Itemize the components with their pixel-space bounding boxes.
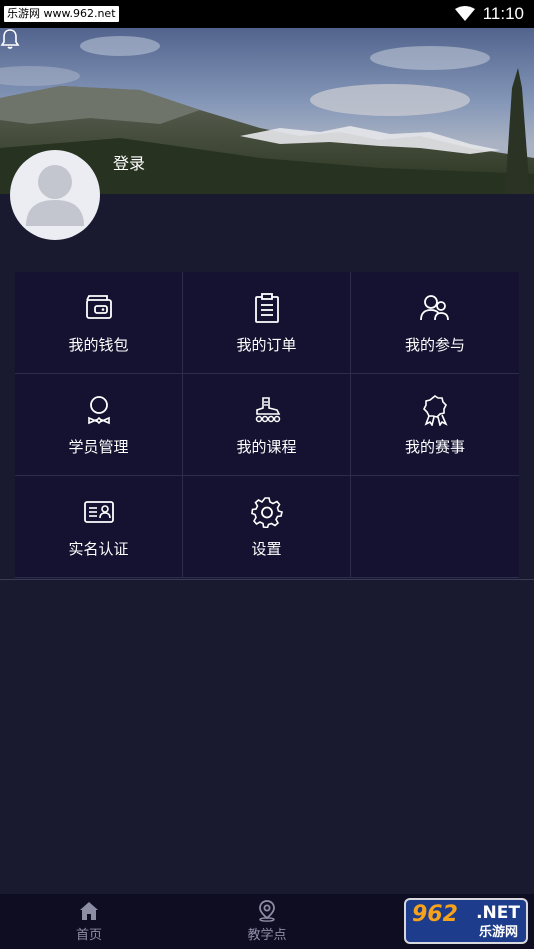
wallet-icon bbox=[85, 295, 112, 319]
menu-item-label: 我的订单 bbox=[236, 336, 297, 354]
menu-item-events[interactable]: 我的赛事 bbox=[351, 374, 519, 476]
site-watermark-logo: 962 .NET 乐游网 bbox=[404, 898, 528, 944]
menu-item-settings[interactable]: 设置 bbox=[183, 476, 351, 578]
watermark-label: 乐游网 www.962.net bbox=[4, 6, 119, 22]
home-icon bbox=[80, 902, 98, 920]
avatar[interactable] bbox=[10, 150, 100, 240]
menu-item-student-management[interactable]: 学员管理 bbox=[15, 374, 183, 476]
watermark-inner: 962 .NET 乐游网 bbox=[406, 900, 526, 942]
watermark-number: 962 bbox=[412, 902, 458, 927]
student-icon bbox=[87, 396, 110, 425]
watermark-net: .NET bbox=[476, 903, 520, 923]
menu-item-participation[interactable]: 我的参与 bbox=[351, 272, 519, 374]
medal-icon bbox=[423, 395, 448, 426]
status-right: 11:10 bbox=[454, 4, 524, 24]
gear-icon bbox=[250, 497, 283, 528]
menu-item-label: 我的钱包 bbox=[68, 336, 129, 354]
menu-item-label: 设置 bbox=[251, 540, 282, 558]
menu-item-empty bbox=[351, 476, 519, 578]
id-card-icon bbox=[83, 501, 114, 523]
status-bar: 乐游网 www.962.net 11:10 bbox=[0, 0, 534, 28]
wifi-icon bbox=[454, 6, 475, 21]
skate-icon bbox=[255, 397, 280, 423]
default-avatar-icon bbox=[26, 165, 84, 226]
login-link[interactable]: 登录 bbox=[113, 150, 145, 174]
menu-item-orders[interactable]: 我的订单 bbox=[183, 272, 351, 374]
section-divider bbox=[0, 579, 534, 580]
watermark-sub: 乐游网 bbox=[478, 921, 518, 940]
participants-icon bbox=[420, 295, 449, 321]
nav-item-home[interactable]: 首页 bbox=[29, 900, 149, 943]
menu-item-real-name-verify[interactable]: 实名认证 bbox=[15, 476, 183, 578]
menu-item-courses[interactable]: 我的课程 bbox=[183, 374, 351, 476]
nav-label: 教学点 bbox=[247, 928, 287, 943]
menu-item-wallet[interactable]: 我的钱包 bbox=[15, 272, 183, 374]
nav-label: 首页 bbox=[75, 928, 102, 943]
location-icon bbox=[259, 900, 275, 922]
menu-item-label: 我的课程 bbox=[236, 438, 297, 456]
menu-item-label: 学员管理 bbox=[68, 438, 129, 456]
nav-item-teaching-location[interactable]: 教学点 bbox=[207, 900, 327, 943]
bell-icon[interactable] bbox=[0, 28, 20, 50]
profile-menu-grid: 我的钱包 我的订单 我的参与 学员管理 我的课程 我的赛事 实名认证 设置 bbox=[15, 272, 519, 578]
menu-item-label: 实名认证 bbox=[68, 540, 129, 558]
order-list-icon bbox=[254, 293, 279, 323]
status-time: 11:10 bbox=[482, 4, 524, 23]
menu-item-label: 我的赛事 bbox=[404, 438, 465, 456]
menu-item-label: 我的参与 bbox=[404, 336, 465, 354]
